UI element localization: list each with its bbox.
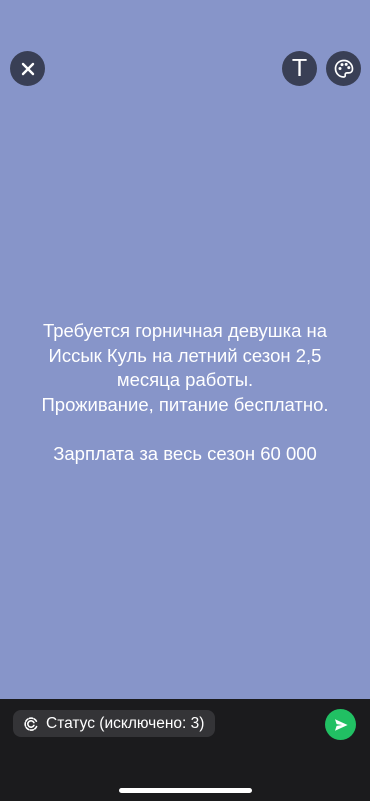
status-privacy-label: Статус (исключено: 3) (46, 714, 205, 732)
status-text: Требуется горничная девушка на Иссык Кул… (0, 319, 370, 466)
text-tool-label: T (292, 55, 307, 82)
palette-icon (334, 59, 353, 78)
close-button[interactable] (10, 51, 45, 86)
status-canvas[interactable]: T Требуется горничная девушка на Иссык К… (0, 0, 370, 699)
status-text-line: Требуется горничная девушка на (42, 320, 327, 341)
text-tool-button[interactable]: T (282, 51, 317, 86)
status-ring-icon (24, 716, 38, 731)
color-palette-button[interactable] (326, 51, 361, 86)
status-text-line: Иссык Куль на летний сезон 2,5 (48, 344, 322, 366)
status-text-line: Проживание, питание бесплатно. (41, 393, 329, 415)
send-button[interactable] (325, 709, 356, 740)
status-text-line: Зарплата за весь сезон 60 000 (53, 442, 317, 464)
close-icon (21, 62, 34, 75)
send-icon (334, 718, 348, 731)
status-text-spacer (0, 417, 370, 442)
status-privacy-button[interactable]: Статус (исключено: 3) (13, 710, 216, 737)
home-indicator[interactable] (119, 788, 252, 793)
status-text-line: месяца работы. (116, 369, 254, 390)
